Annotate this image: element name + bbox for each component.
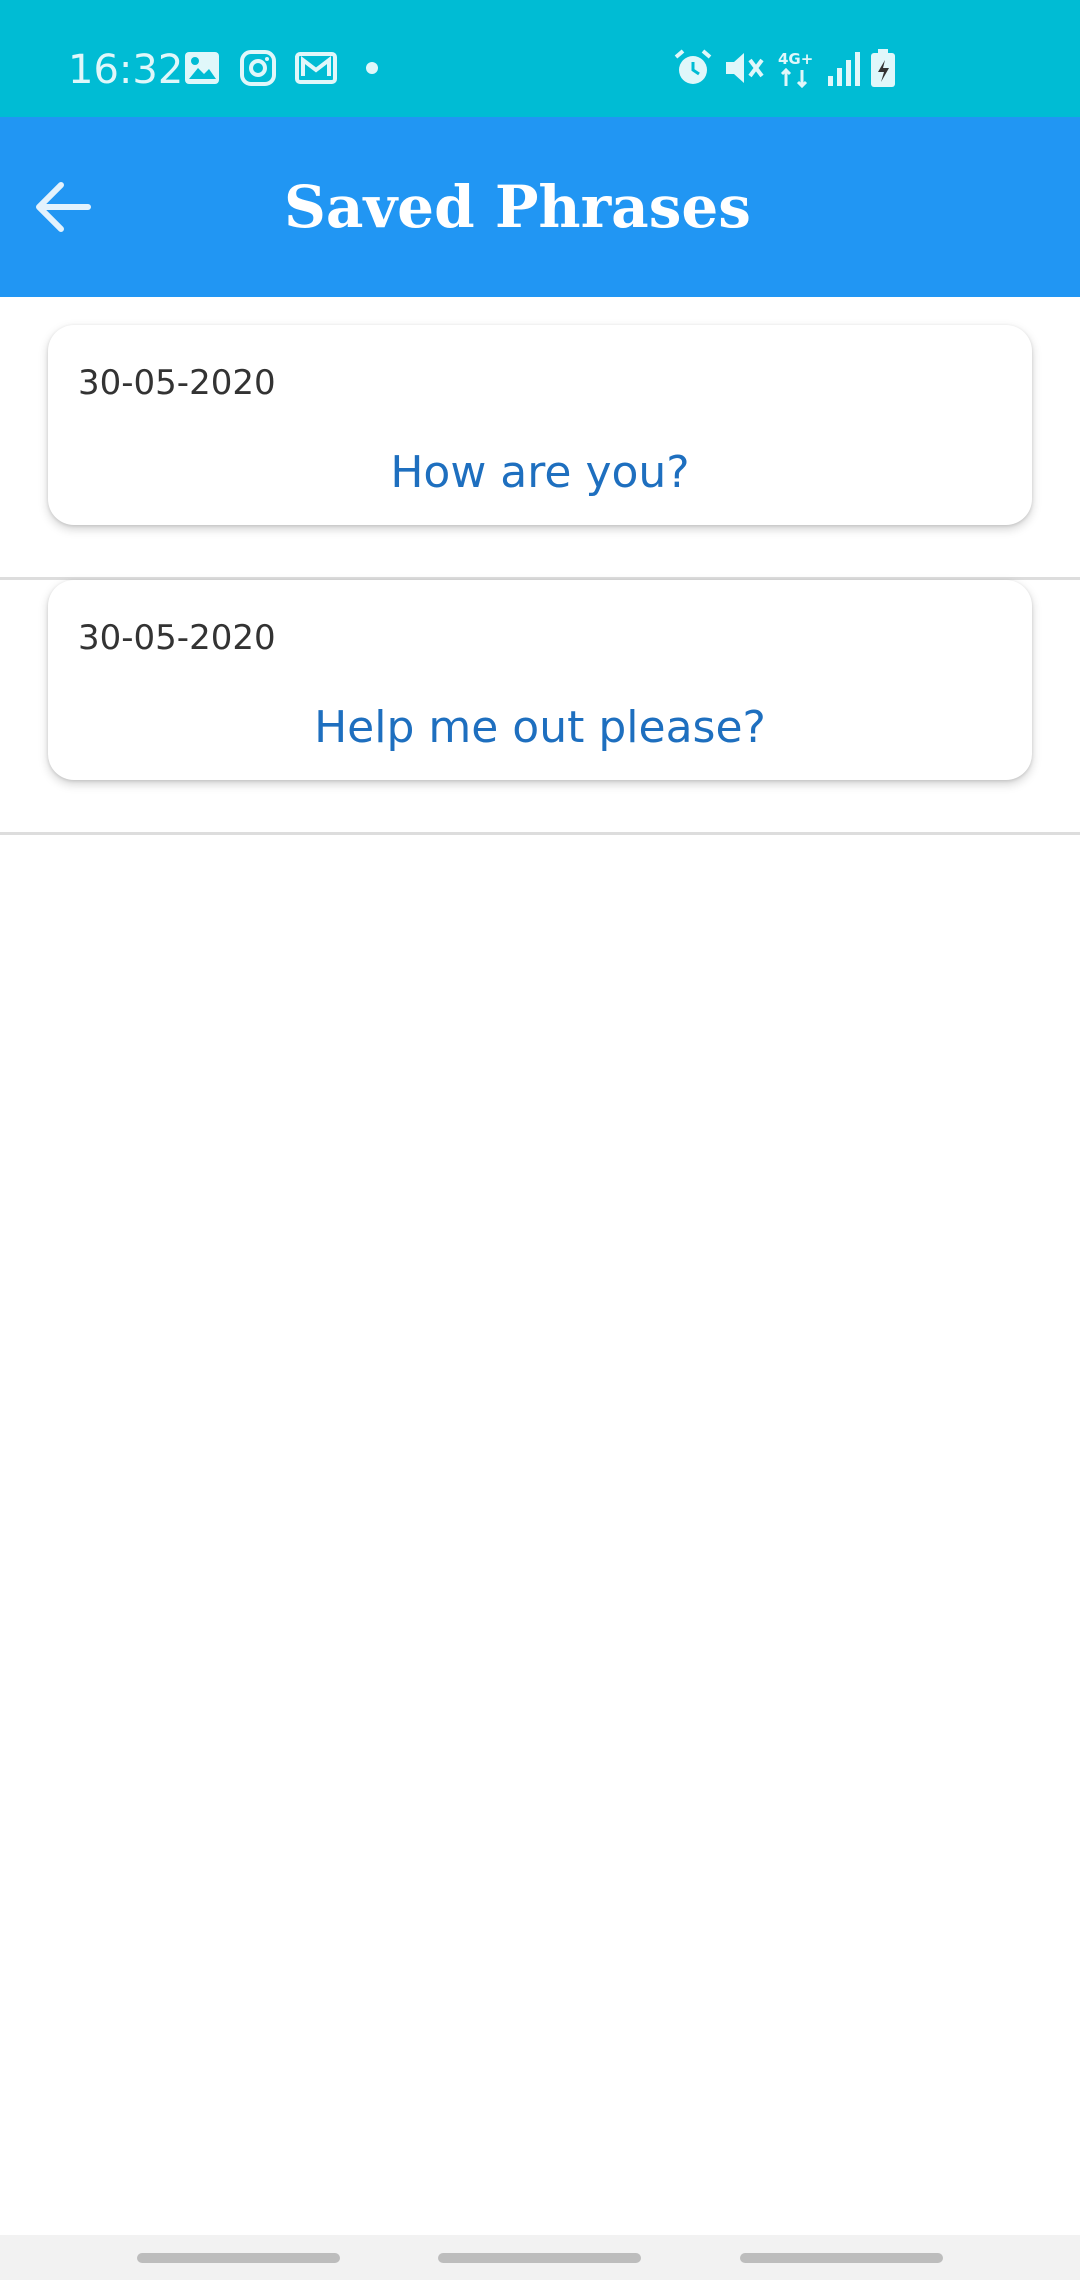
app-bar: Saved Phrases	[0, 117, 1080, 297]
phrase-card[interactable]: 30-05-2020 How are you?	[48, 325, 1032, 525]
arrow-back-icon	[36, 182, 91, 232]
nav-back-button[interactable]	[740, 2253, 943, 2263]
nav-recents-button[interactable]	[137, 2253, 340, 2263]
network-4g-icon: 4G+	[776, 48, 818, 88]
back-button[interactable]	[18, 162, 108, 252]
signal-icon	[824, 48, 864, 88]
phrase-card[interactable]: 30-05-2020 Help me out please?	[48, 580, 1032, 780]
battery-icon	[868, 48, 898, 88]
svg-text:4G+: 4G+	[778, 50, 813, 68]
nav-home-button[interactable]	[438, 2253, 641, 2263]
page-title: Saved Phrases	[284, 173, 751, 241]
instagram-icon	[238, 48, 278, 88]
dot-icon	[362, 48, 382, 88]
phrase-date: 30-05-2020	[78, 618, 276, 658]
navigation-bar	[0, 2235, 1080, 2280]
list-item: 30-05-2020 How are you?	[0, 325, 1080, 580]
gallery-icon	[182, 48, 222, 88]
mail-icon	[294, 48, 338, 88]
phrase-text: Help me out please?	[314, 702, 766, 753]
alarm-icon	[672, 48, 714, 88]
phrase-date: 30-05-2020	[78, 363, 276, 403]
mute-icon	[722, 48, 766, 88]
status-bar: 16:32 4G+	[0, 0, 1080, 117]
list-item: 30-05-2020 Help me out please?	[0, 580, 1080, 835]
status-time: 16:32	[68, 47, 184, 93]
phrase-text: How are you?	[390, 447, 690, 498]
